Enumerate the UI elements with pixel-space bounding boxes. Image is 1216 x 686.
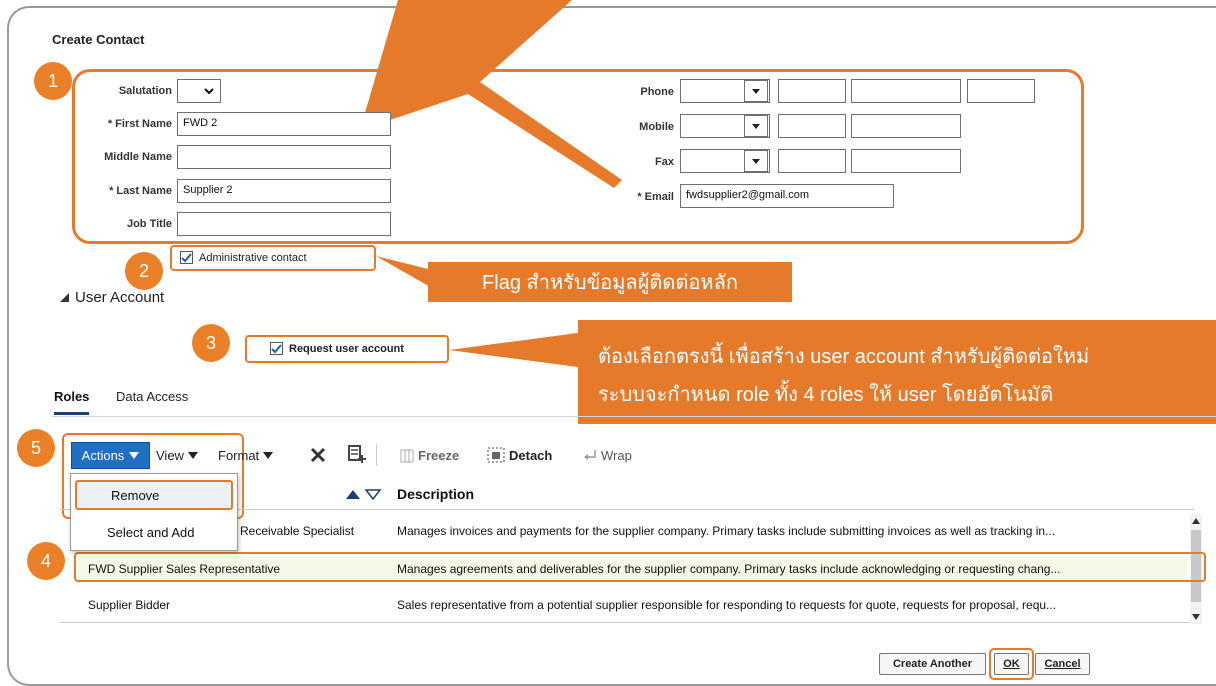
mobile-country-dropdown-button[interactable] xyxy=(744,115,768,137)
description-column-header[interactable]: Description xyxy=(397,486,474,502)
toolbar-separator xyxy=(376,444,377,466)
caret-down-icon xyxy=(752,88,760,94)
table-cell-description: Sales representative from a potential su… xyxy=(397,598,1057,612)
first-name-label: * First Name xyxy=(107,118,172,130)
phone-area-code-field[interactable] xyxy=(778,79,846,103)
caret-down-icon xyxy=(263,452,274,459)
checkbox-checked-icon xyxy=(180,251,193,264)
wrap-button[interactable]: Wrap xyxy=(583,448,632,463)
first-name-field[interactable]: FWD 2 xyxy=(177,112,391,136)
freeze-button[interactable]: Freeze xyxy=(400,448,459,463)
annotation-badge-1: 1 xyxy=(34,62,72,100)
annotation-pointer-3 xyxy=(449,332,585,368)
phone-country-dropdown-button[interactable] xyxy=(744,80,768,102)
cancel-button[interactable]: Cancel xyxy=(1035,653,1090,675)
tab-roles[interactable]: Roles xyxy=(54,389,90,415)
annotation-badge-3: 3 xyxy=(192,324,230,362)
chevron-down-icon xyxy=(204,87,214,94)
caret-down-icon xyxy=(752,158,760,164)
view-menu-button[interactable]: View xyxy=(156,448,198,463)
menu-item-remove[interactable]: Remove xyxy=(75,480,233,510)
sort-icon[interactable] xyxy=(345,487,385,505)
annotation-badge-2: 2 xyxy=(125,252,163,290)
administrative-contact-checkbox[interactable]: Administrative contact xyxy=(180,251,307,264)
delete-icon[interactable] xyxy=(310,447,326,468)
fax-area-code-field[interactable] xyxy=(778,149,846,173)
create-another-button[interactable]: Create Another xyxy=(879,653,986,675)
format-menu-button[interactable]: Format xyxy=(218,448,274,463)
scroll-down-icon[interactable] xyxy=(1192,614,1200,620)
annotation-badge-5: 5 xyxy=(17,429,55,467)
mobile-label: Mobile xyxy=(639,121,674,133)
mobile-number-field[interactable] xyxy=(851,114,961,138)
user-account-section-header[interactable]: User Account xyxy=(60,289,164,306)
request-user-account-label: Request user account xyxy=(289,342,404,355)
mobile-area-code-field[interactable] xyxy=(778,114,846,138)
phone-number-field[interactable] xyxy=(851,79,961,103)
request-user-account-checkbox[interactable]: Request user account xyxy=(270,342,404,355)
salutation-select[interactable] xyxy=(177,79,221,103)
actions-label: Actions xyxy=(81,448,125,463)
administrative-contact-label: Administrative contact xyxy=(199,251,307,264)
last-name-label: * Last Name xyxy=(109,185,172,197)
table-cell-role: Supplier Bidder xyxy=(88,598,171,612)
detach-button[interactable]: Detach xyxy=(487,447,552,463)
job-title-label: Job Title xyxy=(126,218,172,230)
collapse-triangle-icon xyxy=(60,293,69,302)
annotation-pointer-2 xyxy=(376,256,432,288)
freeze-icon xyxy=(400,449,414,462)
table-cell-role: Receivable Specialist xyxy=(240,524,355,538)
actions-menu-button[interactable]: Actions xyxy=(71,442,150,469)
checkbox-checked-icon xyxy=(270,342,283,355)
page-title: Create Contact xyxy=(52,32,145,47)
email-label: * Email xyxy=(637,191,674,203)
scroll-up-icon[interactable] xyxy=(1192,518,1200,524)
fax-country-dropdown-button[interactable] xyxy=(744,150,768,172)
job-title-field[interactable] xyxy=(177,212,391,236)
callout-line-1: ต้องเลือกตรงนี้ เพื่อสร้าง user account … xyxy=(598,346,1090,368)
table-bottom-divider xyxy=(60,622,1194,623)
middle-name-field[interactable] xyxy=(177,145,391,169)
menu-item-select-and-add[interactable]: Select and Add xyxy=(107,525,194,540)
user-account-title: User Account xyxy=(75,289,165,306)
middle-name-label: Middle Name xyxy=(104,151,172,163)
tab-divider xyxy=(52,416,1216,417)
caret-down-icon xyxy=(187,452,198,459)
callout-line-2: ระบบจะกำหนด role ทั้ง 4 roles ให้ user โ… xyxy=(598,384,1054,406)
caret-down-icon xyxy=(752,123,760,129)
salutation-label: Salutation xyxy=(118,85,172,97)
phone-label: Phone xyxy=(640,86,674,98)
tab-data-access[interactable]: Data Access xyxy=(116,389,188,404)
add-row-icon[interactable] xyxy=(348,445,366,468)
ok-button[interactable]: OK xyxy=(994,653,1029,675)
caret-down-icon xyxy=(129,452,140,459)
fax-number-field[interactable] xyxy=(851,149,961,173)
detach-icon xyxy=(487,447,505,463)
actions-dropdown-menu: Remove Select and Add xyxy=(70,473,238,551)
annotation-badge-4: 4 xyxy=(27,542,65,580)
annotation-box-selected-row xyxy=(74,552,1206,582)
annotation-callout-account: ต้องเลือกตรงนี้ เพื่อสร้าง user account … xyxy=(578,320,1216,424)
wrap-icon xyxy=(584,449,596,460)
phone-extension-field[interactable] xyxy=(967,79,1035,103)
table-cell-description: Manages invoices and payments for the su… xyxy=(397,524,1056,538)
email-field[interactable]: fwdsupplier2@gmail.com xyxy=(680,184,894,208)
annotation-callout-flag: Flag สำหรับข้อมูลผู้ติดต่อหลัก xyxy=(428,262,792,302)
fax-label: Fax xyxy=(655,156,674,168)
last-name-field[interactable]: Supplier 2 xyxy=(177,179,391,203)
